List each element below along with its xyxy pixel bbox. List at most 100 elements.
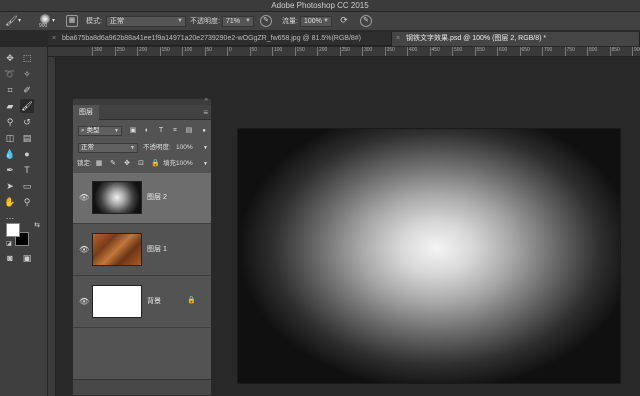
lock-position-icon[interactable]: ✥ xyxy=(123,160,131,168)
brush-picker-caret-icon[interactable]: ▾ xyxy=(52,12,55,31)
eye-icon[interactable]: 👁 xyxy=(79,193,89,203)
quick-select-tool-icon[interactable]: ✧ xyxy=(20,67,34,81)
more-tools-icon[interactable]: … xyxy=(3,209,17,223)
eyedropper-tool-icon[interactable]: ✐ xyxy=(20,83,34,97)
blend-mode-select[interactable]: 正常 ▼ xyxy=(78,143,138,153)
chevron-down-icon: ▼ xyxy=(177,18,183,24)
pressure-size-icon[interactable]: ✎ xyxy=(360,15,372,27)
chevron-down-icon[interactable]: ▼ xyxy=(203,157,208,171)
quick-mask-icon[interactable]: ◙ xyxy=(3,251,17,265)
screen-mode-icon[interactable]: ▣ xyxy=(20,251,34,265)
lock-label: 锁定: xyxy=(77,160,92,167)
foreground-color-swatch[interactable] xyxy=(6,223,20,237)
layer-row-background[interactable]: 👁 背景 🔒 xyxy=(73,277,211,328)
chevron-down-icon: ▼ xyxy=(323,18,329,24)
tab-document-jpg[interactable]: × bba675ba8d6a962b88a41ee1f9a14971a20e27… xyxy=(48,32,392,46)
brush-panel-toggle-icon[interactable]: ▦ xyxy=(66,15,78,27)
lock-artboard-icon[interactable]: ⊡ xyxy=(137,160,145,168)
ruler-tick-label: 150 xyxy=(294,47,305,56)
marquee-tool-icon[interactable]: ⬚ xyxy=(20,51,34,65)
shape-tool-icon[interactable]: ▭ xyxy=(20,179,34,193)
filter-toggle-icon[interactable]: ● xyxy=(200,127,208,135)
brush-tool-icon[interactable]: 🖌 xyxy=(5,12,18,31)
ruler-tick-label: 250 xyxy=(339,47,350,56)
gradient-tool-icon[interactable]: ▤ xyxy=(20,131,34,145)
tool-preset-caret-icon[interactable]: ▾ xyxy=(18,12,21,31)
lock-pixels-icon[interactable]: ✎ xyxy=(109,160,117,168)
ruler-tick-label: 0 xyxy=(227,47,232,56)
blend-mode-value: 正常 xyxy=(81,144,94,151)
layer-name[interactable]: 背景 xyxy=(147,295,161,309)
layer-thumbnail[interactable] xyxy=(92,285,142,318)
layer-thumbnail[interactable] xyxy=(92,233,142,266)
chevron-down-icon: ▼ xyxy=(114,128,119,134)
layer-name[interactable]: 图层 2 xyxy=(147,191,167,205)
layer-opacity-value[interactable]: 100% xyxy=(176,141,193,155)
clone-stamp-tool-icon[interactable]: ⚲ xyxy=(3,115,17,129)
hand-tool-icon[interactable]: ✋ xyxy=(3,195,17,209)
flow-field[interactable]: 100% ▼ xyxy=(300,16,332,27)
healing-brush-tool-icon[interactable]: ▰ xyxy=(3,99,17,113)
opacity-field[interactable]: 71% ▼ xyxy=(222,16,254,27)
lock-all-icon[interactable]: 🔒 xyxy=(151,160,160,168)
collapse-icon[interactable]: » xyxy=(205,97,208,103)
type-tool-icon[interactable]: T xyxy=(20,163,34,177)
pen-tool-icon[interactable]: ✒ xyxy=(3,163,17,177)
chevron-down-icon: ▼ xyxy=(130,145,135,151)
fill-value[interactable]: 100% xyxy=(176,157,193,171)
lock-icon: 🔒 xyxy=(187,297,196,304)
eye-icon[interactable]: 👁 xyxy=(79,245,89,255)
layer-row-layer2[interactable]: 👁 图层 2 xyxy=(73,173,211,224)
path-select-tool-icon[interactable]: ➤ xyxy=(3,179,17,193)
brush-tool-icon[interactable]: 🖌 xyxy=(20,99,34,113)
default-colors-icon[interactable]: ◪ xyxy=(2,237,16,251)
layers-panel: » 图层 ≡ ⌕ 类型 ▼ ▣ ◐ T ⌗ ▤ ● 正常 ▼ 不透明度: 100… xyxy=(72,97,212,396)
ruler-tick-label: 650 xyxy=(519,47,530,56)
crop-tool-icon[interactable]: ⌗ xyxy=(3,83,17,97)
eye-icon[interactable]: 👁 xyxy=(79,297,89,307)
blur-tool-icon[interactable]: 💧 xyxy=(3,147,17,161)
close-icon[interactable]: × xyxy=(396,32,400,46)
move-tool-icon[interactable]: ✥ xyxy=(3,51,17,65)
lock-row: 锁定: ▦ ✎ ✥ ⊡ 🔒 填充: 100% ▼ xyxy=(73,157,211,171)
layer-row-layer1[interactable]: 👁 图层 1 xyxy=(73,225,211,276)
mode-select[interactable]: 正常 ▼ xyxy=(106,16,186,27)
ruler-tick-label: 850 xyxy=(609,47,620,56)
filter-kind-select[interactable]: ⌕ 类型 ▼ xyxy=(78,126,122,136)
layers-panel-footer xyxy=(73,379,211,395)
pressure-opacity-icon[interactable]: ✎ xyxy=(260,15,272,27)
ruler-tick-label: 200 xyxy=(137,47,147,56)
ruler-tick-label: 550 xyxy=(474,47,485,56)
filter-adjustment-icon[interactable]: ◐ xyxy=(143,127,151,135)
horizontal-ruler[interactable]: 300 250 200 150 100 50 0 50 100 150 200 250 300 350 40… xyxy=(48,47,640,57)
layer-filter-row: ⌕ 类型 ▼ ▣ ◐ T ⌗ ▤ ● xyxy=(73,124,211,138)
layer-name[interactable]: 图层 1 xyxy=(147,243,167,257)
eraser-tool-icon[interactable]: ◫ xyxy=(3,131,17,145)
airbrush-icon[interactable]: ⟳ xyxy=(338,15,350,27)
lasso-tool-icon[interactable]: ➰ xyxy=(3,67,17,81)
tab-layers[interactable]: 图层 xyxy=(73,105,99,120)
panel-menu-icon[interactable]: ≡ xyxy=(203,105,208,120)
filter-smart-object-icon[interactable]: ▤ xyxy=(185,127,193,135)
mode-value: 正常 xyxy=(110,18,124,25)
filter-pixel-icon[interactable]: ▣ xyxy=(129,127,137,135)
flow-label: 流量: xyxy=(282,18,298,25)
swap-colors-icon[interactable]: ⇆ xyxy=(30,219,44,233)
vertical-ruler[interactable] xyxy=(48,57,56,396)
tab-document-psd[interactable]: × 钢铁文字效果.psd @ 100% (图层 2, RGB/8) * xyxy=(392,32,640,46)
layer-thumbnail[interactable] xyxy=(92,181,142,214)
zoom-tool-icon[interactable]: ⚲ xyxy=(20,195,34,209)
ruler-tick-label: 250 xyxy=(114,47,125,56)
document-canvas[interactable] xyxy=(238,129,620,383)
close-icon[interactable]: × xyxy=(52,32,56,46)
chevron-down-icon: ▼ xyxy=(245,18,251,24)
opacity-label: 不透明度: xyxy=(190,18,220,25)
photoshop-window: Adobe Photoshop CC 2015 🖌 ▾ 900 ▾ ▦ 模式: … xyxy=(0,0,640,396)
dodge-tool-icon[interactable]: ● xyxy=(20,147,34,161)
filter-shape-icon[interactable]: ⌗ xyxy=(171,127,179,135)
history-brush-tool-icon[interactable]: ↺ xyxy=(20,115,34,129)
opacity-value: 71% xyxy=(226,18,241,25)
filter-type-icon[interactable]: T xyxy=(157,127,165,135)
chevron-down-icon[interactable]: ▼ xyxy=(203,141,208,155)
lock-transparent-icon[interactable]: ▦ xyxy=(95,160,103,168)
